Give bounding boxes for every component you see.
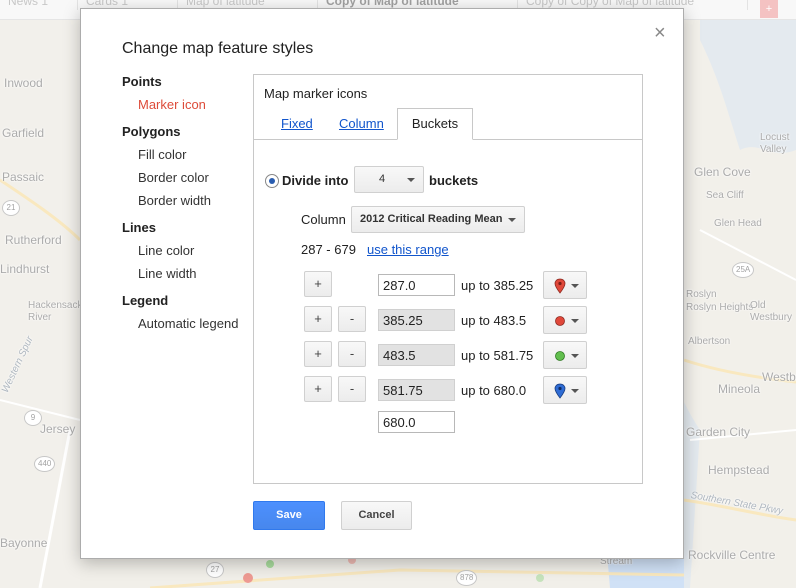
sidebar-heading-lines: Lines xyxy=(122,220,156,235)
sidebar-item-line-width[interactable]: Line width xyxy=(138,266,197,281)
bucket-count-select[interactable]: 4 xyxy=(354,166,424,193)
bucket-min-input xyxy=(378,379,455,401)
sidebar-item-border-width[interactable]: Border width xyxy=(138,193,211,208)
marker-icon-select[interactable] xyxy=(543,306,587,334)
sidebar-heading-points: Points xyxy=(122,74,162,89)
column-label: Column xyxy=(301,212,346,227)
chevron-down-icon xyxy=(571,354,579,358)
bucket-range-label: up to 680.0 xyxy=(461,383,527,398)
red-dot-icon xyxy=(555,316,565,326)
marker-icon-select[interactable] xyxy=(543,271,587,299)
use-this-range-link[interactable]: use this range xyxy=(367,242,449,257)
buckets-label: buckets xyxy=(429,173,479,188)
sidebar-heading-polygons: Polygons xyxy=(122,124,181,139)
marker-icons-panel: Map marker icons Fixed Column Buckets Di… xyxy=(253,74,643,484)
tab-column[interactable]: Column xyxy=(339,116,384,131)
bucket-max-input[interactable] xyxy=(378,411,455,433)
add-bucket-button[interactable]: + xyxy=(304,271,332,297)
chevron-down-icon xyxy=(407,178,415,182)
save-button[interactable]: Save xyxy=(253,501,325,530)
sidebar-item-marker-icon[interactable]: Marker icon xyxy=(138,97,206,112)
chevron-down-icon xyxy=(571,284,579,288)
sidebar-item-border-color[interactable]: Border color xyxy=(138,170,209,185)
sidebar-item-fill-color[interactable]: Fill color xyxy=(138,147,186,162)
add-bucket-button[interactable]: + xyxy=(304,306,332,332)
chevron-down-icon xyxy=(508,218,516,222)
close-icon[interactable]: × xyxy=(654,23,666,43)
red-pin-icon xyxy=(554,278,566,294)
bucket-min-input xyxy=(378,309,455,331)
chevron-down-icon xyxy=(571,319,579,323)
change-map-feature-styles-dialog: Change map feature styles × Points Marke… xyxy=(80,8,684,559)
sidebar-item-line-color[interactable]: Line color xyxy=(138,243,194,258)
bucket-range-label: up to 581.75 xyxy=(461,348,534,363)
tab-fixed[interactable]: Fixed xyxy=(281,116,313,131)
tab-buckets[interactable]: Buckets xyxy=(397,108,473,140)
marker-icon-select[interactable] xyxy=(543,341,587,369)
green-dot-icon xyxy=(555,351,565,361)
divide-into-radio[interactable] xyxy=(265,174,279,188)
bucket-min-input xyxy=(378,344,455,366)
cancel-button[interactable]: Cancel xyxy=(341,501,412,530)
bucket-count-value: 4 xyxy=(379,173,386,185)
column-select[interactable]: 2012 Critical Reading Mean xyxy=(351,206,525,233)
column-select-value: 2012 Critical Reading Mean xyxy=(360,213,503,225)
chevron-down-icon xyxy=(571,389,579,393)
sidebar-heading-legend: Legend xyxy=(122,293,169,308)
add-bucket-button[interactable]: + xyxy=(304,376,332,402)
dialog-title: Change map feature styles xyxy=(122,40,314,57)
bucket-range-label: up to 483.5 xyxy=(461,313,527,328)
sidebar-item-automatic-legend[interactable]: Automatic legend xyxy=(138,316,238,331)
range-text: 287 - 679 xyxy=(301,242,356,257)
add-bucket-button[interactable]: + xyxy=(304,341,332,367)
divide-into-label: Divide into xyxy=(282,173,349,188)
remove-bucket-button[interactable]: - xyxy=(338,376,366,402)
panel-title: Map marker icons xyxy=(264,86,368,101)
bucket-min-input[interactable] xyxy=(378,274,455,296)
marker-icon-select[interactable] xyxy=(543,376,587,404)
remove-bucket-button[interactable]: - xyxy=(338,341,366,367)
blue-pin-icon xyxy=(554,383,566,399)
remove-bucket-button[interactable]: - xyxy=(338,306,366,332)
bucket-range-label: up to 385.25 xyxy=(461,278,534,293)
